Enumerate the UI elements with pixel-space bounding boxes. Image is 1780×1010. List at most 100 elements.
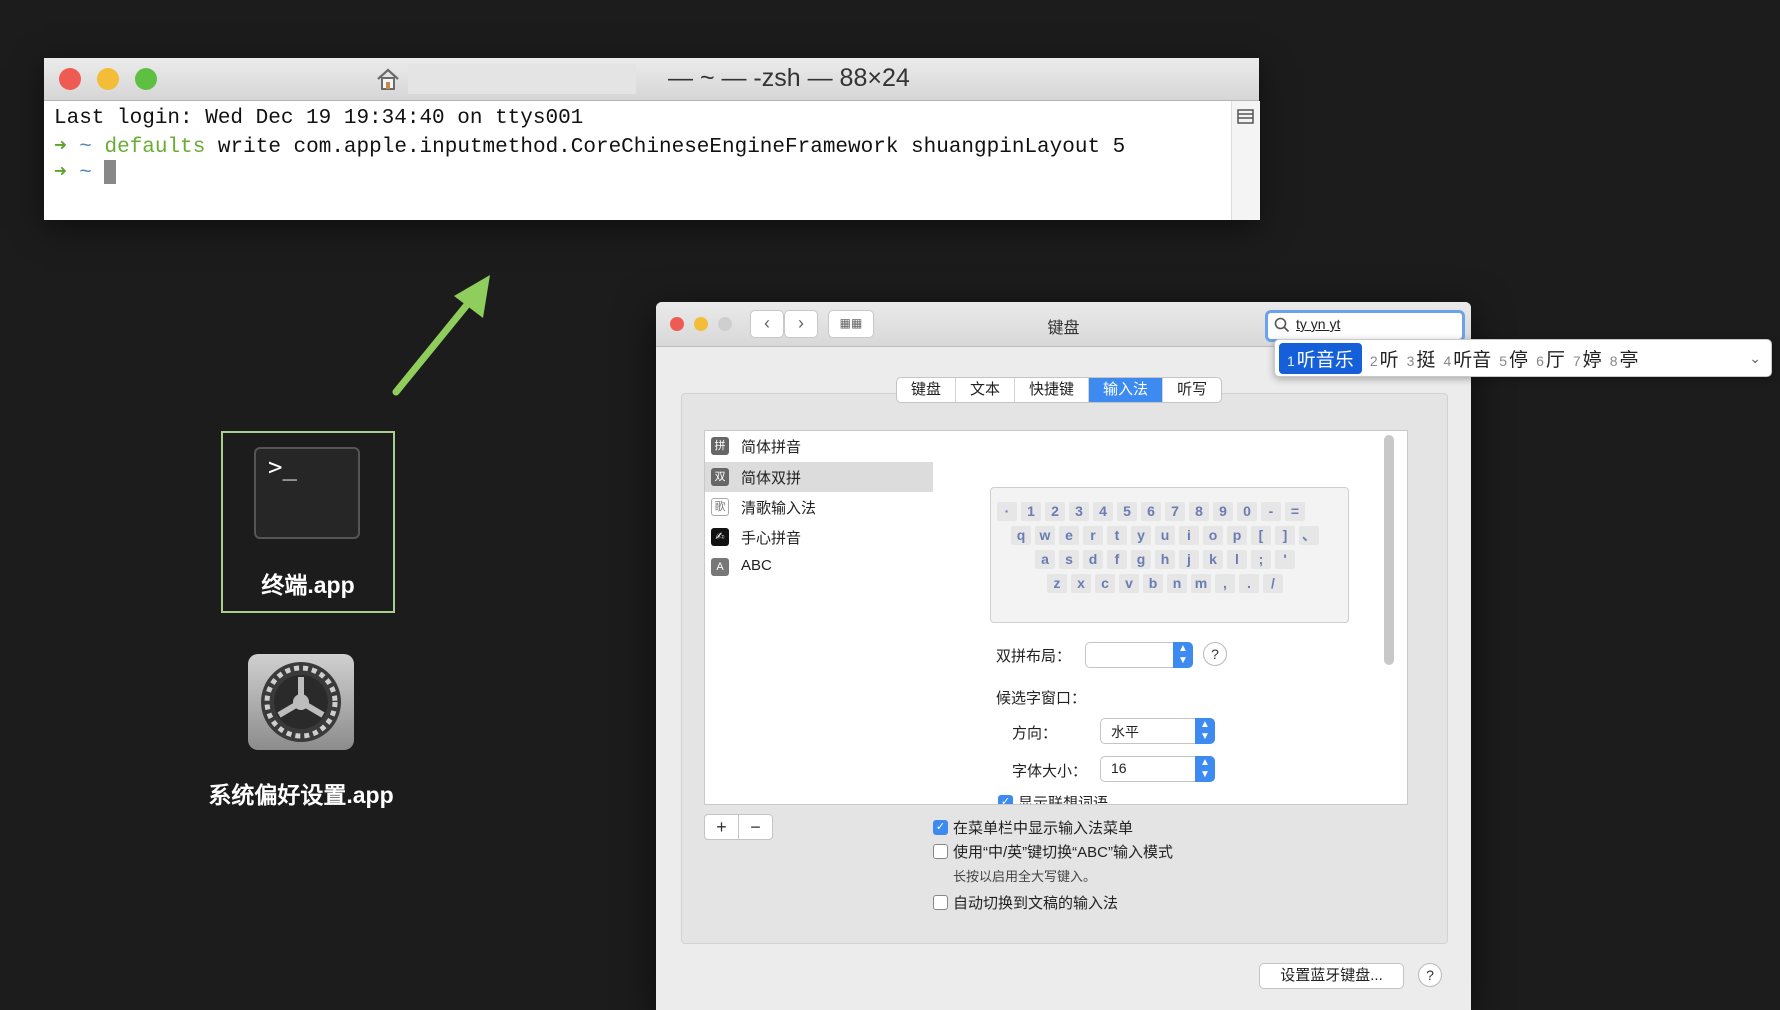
keyboard-key: ;	[1251, 550, 1271, 569]
add-button[interactable]: +	[705, 815, 739, 839]
candidate-item[interactable]: 7婷	[1573, 345, 1602, 372]
stepper-arrows-icon: ▲ ▼	[1195, 718, 1215, 744]
input-method-detail[interactable]: · 1 2 3 4 5 6 7 8 9 0- = q w e r t y u i o p[]、 a s d f g h j k l; ' …	[933, 430, 1408, 805]
minimize-button[interactable]	[97, 68, 119, 90]
keyboard-key: x	[1071, 574, 1091, 593]
keyboard-key: l	[1227, 550, 1247, 569]
terminal-app-icon[interactable]: >_	[254, 447, 360, 539]
keyboard-key: z	[1047, 574, 1067, 593]
layout-select[interactable]: ▲ ▼	[1085, 642, 1193, 668]
keyboard-key: v	[1119, 574, 1139, 593]
auto-switch-label: 自动切换到文稿的输入法	[953, 895, 1119, 912]
candidate-item[interactable]: 8亭	[1610, 345, 1639, 372]
command-line: ➜ ~ defaults write com.apple.inputmethod…	[54, 133, 1125, 159]
terminal-output[interactable]: Last login: Wed Dec 19 19:34:40 on ttys0…	[44, 101, 1231, 220]
help-button[interactable]: ?	[1418, 963, 1442, 987]
keyboard-key: .	[1239, 574, 1259, 593]
keyboard-key: t	[1107, 526, 1127, 545]
candidate-item[interactable]: 2听	[1370, 345, 1399, 372]
help-button[interactable]: ?	[1203, 642, 1227, 666]
terminal-window[interactable]: — ~ — -zsh — 88×24 Last login: Wed Dec 1…	[44, 58, 1260, 220]
qingge-icon: 歌	[711, 498, 729, 516]
tab-bar: 键盘 文本 快捷键 输入法 听写	[896, 377, 1223, 403]
keyboard-key: u	[1155, 526, 1175, 545]
show-assoc-checkbox[interactable]: ✓	[998, 795, 1013, 804]
prompt-dir: ~	[79, 162, 92, 185]
terminal-app-label[interactable]: 终端.app	[221, 566, 395, 600]
candidate-item[interactable]: 5停	[1499, 345, 1528, 372]
tab-keyboard[interactable]: 键盘	[897, 378, 957, 402]
font-size-label: 字体大小：	[1012, 763, 1088, 780]
stepper-arrows-icon: ▲ ▼	[1195, 756, 1215, 782]
terminal-scrollbar[interactable]	[1231, 101, 1260, 220]
menu-bar-checkbox[interactable]: ✓	[933, 820, 948, 835]
back-button[interactable]: ‹	[750, 310, 784, 338]
candidate-item[interactable]: 6厅	[1536, 345, 1565, 372]
candidate-item[interactable]: 1 听音乐	[1279, 342, 1362, 374]
keyboard-key: w	[1035, 526, 1055, 545]
keyboard-key: ,	[1215, 574, 1235, 593]
direction-select[interactable]: 水平 ▲ ▼	[1100, 718, 1215, 744]
keyboard-key: f	[1107, 550, 1127, 569]
font-size-select[interactable]: 16 ▲ ▼	[1100, 756, 1215, 782]
close-button[interactable]	[59, 68, 81, 90]
remove-button[interactable]: −	[739, 815, 772, 839]
command-name: defaults	[104, 136, 206, 159]
keyboard-key: 4	[1093, 502, 1113, 521]
caps-switch-label: 使用“中/英”键切换“ABC”输入模式	[953, 844, 1173, 861]
zoom-button[interactable]	[718, 317, 732, 331]
auto-switch-checkbox[interactable]	[933, 895, 948, 910]
list-item[interactable]: 双 简体双拼	[705, 462, 934, 492]
system-preferences-app-icon[interactable]	[248, 654, 354, 750]
forward-button[interactable]: ›	[784, 310, 818, 338]
keyboard-key: p	[1227, 526, 1247, 545]
input-method-list[interactable]: 拼 简体拼音 双 简体双拼 歌 清歌输入法 ✍ 手心拼音 A ABC	[704, 430, 935, 805]
system-preferences-app-label[interactable]: 系统偏好设置.app	[190, 776, 412, 810]
zoom-button[interactable]	[135, 68, 157, 90]
current-prompt: ➜ ~	[54, 159, 117, 185]
tab-input-sources[interactable]: 输入法	[1089, 378, 1164, 402]
minimize-button[interactable]	[694, 317, 708, 331]
keyboard-key: b	[1143, 574, 1163, 593]
keyboard-key: s	[1059, 550, 1079, 569]
keyboard-key: k	[1203, 550, 1223, 569]
split-pane-icon[interactable]	[1237, 109, 1255, 125]
candidate-item[interactable]: 3挺	[1407, 345, 1436, 372]
terminal-titlebar[interactable]: — ~ — -zsh — 88×24	[44, 58, 1259, 101]
chevron-down-icon[interactable]: ⌄	[1749, 350, 1761, 367]
tab-dictation[interactable]: 听写	[1163, 378, 1221, 402]
tab-shortcuts[interactable]: 快捷键	[1015, 378, 1090, 402]
keyboard-key: y	[1131, 526, 1151, 545]
list-item[interactable]: 拼 简体拼音	[705, 431, 934, 461]
close-button[interactable]	[670, 317, 684, 331]
keyboard-key: d	[1083, 550, 1103, 569]
tab-text[interactable]: 文本	[956, 378, 1016, 402]
keyboard-key: 7	[1165, 502, 1185, 521]
font-size-value: 16	[1111, 760, 1127, 776]
arrow-icon	[392, 275, 490, 396]
search-icon	[1274, 317, 1290, 333]
keyboard-key: 3	[1069, 502, 1089, 521]
keyboard-key: o	[1203, 526, 1223, 545]
caps-switch-checkbox[interactable]	[933, 844, 948, 859]
input-method-label: 清歌输入法	[741, 500, 817, 517]
list-item[interactable]: ✍ 手心拼音	[705, 522, 934, 552]
keyboard-key: q	[1011, 526, 1031, 545]
keyboard-key: 9	[1213, 502, 1233, 521]
keyboard-preferences-window[interactable]: 键盘 ‹ › ▦▦ ty yn yt 键盘 文本 快捷键 输入法 听写 拼 简体…	[656, 302, 1471, 1010]
list-item[interactable]: 歌 清歌输入法	[705, 492, 934, 522]
show-all-grid-icon[interactable]: ▦▦	[828, 310, 874, 338]
keyboard-key: m	[1191, 574, 1211, 593]
keyboard-key: =	[1285, 502, 1305, 521]
keyboard-key: -	[1261, 502, 1281, 521]
prompt-arrow-icon: ➜	[54, 162, 67, 185]
search-input[interactable]: ty yn yt	[1265, 310, 1465, 342]
input-method-label: 手心拼音	[741, 530, 802, 547]
keyboard-key: [	[1251, 526, 1271, 545]
setup-bluetooth-keyboard-button[interactable]: 设置蓝牙键盘...	[1259, 963, 1404, 989]
candidate-item[interactable]: 4 听音	[1443, 345, 1491, 372]
scrollbar[interactable]	[1384, 435, 1394, 665]
input-method-label: ABC	[741, 557, 772, 574]
list-item[interactable]: A ABC	[705, 552, 934, 582]
direction-label: 方向：	[1012, 725, 1058, 742]
